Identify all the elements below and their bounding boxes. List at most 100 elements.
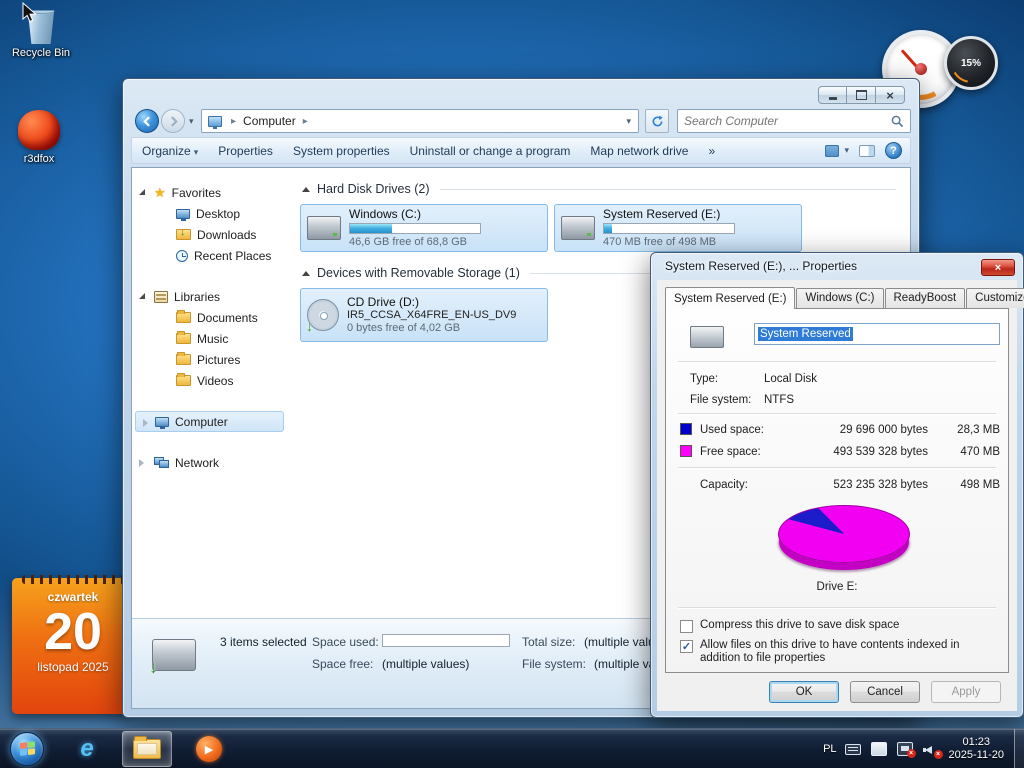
collapse-chevron-icon[interactable]	[302, 186, 310, 192]
keyboard-layout-icon[interactable]	[844, 743, 861, 755]
map-network-drive-button[interactable]: Map network drive	[580, 144, 698, 158]
recent-pages-chevron[interactable]: ▾	[189, 116, 194, 127]
r3dfox-label: r3dfox	[23, 153, 55, 165]
uninstall-program-button[interactable]: Uninstall or change a program	[400, 144, 581, 158]
sidebar-label: Libraries	[174, 289, 221, 304]
sidebar-label: Pictures	[197, 352, 241, 367]
separator	[678, 413, 996, 414]
drive-tile-system-reserved-e[interactable]: System Reserved (E:) 470 MB free of 498 …	[554, 204, 802, 252]
network-tray-icon[interactable]: ×	[896, 742, 916, 758]
sidebar-item-documents[interactable]: Documents	[132, 307, 290, 328]
sidebar-label: Recent Places	[194, 248, 272, 263]
tab-customize[interactable]: Customize	[966, 288, 1024, 308]
system-properties-button[interactable]: System properties	[283, 144, 400, 158]
tab-system-reserved[interactable]: System Reserved (E:)	[665, 287, 796, 309]
organize-button[interactable]: Organize ▾	[132, 144, 208, 158]
sidebar-item-recent-places[interactable]: Recent Places	[132, 245, 290, 266]
index-checkbox[interactable]	[680, 640, 693, 653]
tab-windows-c[interactable]: Windows (C:)	[796, 288, 884, 308]
taskbar-clock[interactable]: 01:23 2025-11-20	[949, 736, 1004, 762]
drive-tile-cd-d[interactable]: CD Drive (D:) IR5_CCSA_X64FRE_EN-US_DV9 …	[300, 288, 548, 342]
taskbar-item-media-player[interactable]: ▶	[186, 731, 232, 767]
toolbar-overflow-button[interactable]: »	[698, 144, 725, 158]
desktop-icon-recycle-bin[interactable]: Recycle Bin	[4, 6, 78, 59]
breadcrumb-item-computer[interactable]: Computer	[241, 112, 298, 130]
sidebar-label: Desktop	[196, 206, 241, 221]
sidebar-item-downloads[interactable]: Downloads	[132, 224, 290, 245]
calendar-gadget[interactable]: czwartek 20 listopad 2025	[12, 575, 134, 714]
group-header-hard-disks[interactable]: Hard Disk Drives (2)	[302, 182, 896, 196]
search-icon[interactable]	[891, 115, 904, 128]
dialog-close-button[interactable]: ×	[981, 259, 1015, 276]
drive-tile-windows-c[interactable]: Windows (C:) 46,6 GB free of 68,8 GB	[300, 204, 548, 252]
tab-readyboost[interactable]: ReadyBoost	[884, 288, 966, 308]
expander-icon[interactable]	[139, 293, 145, 299]
close-button[interactable]	[876, 86, 905, 104]
internet-explorer-icon: e	[80, 735, 94, 762]
sidebar-item-network[interactable]: Network	[132, 452, 290, 473]
breadcrumb[interactable]: ▸ Computer ▸ ▾	[201, 109, 639, 133]
show-desktop-button[interactable]	[1014, 729, 1024, 768]
volume-name-value: System Reserved	[758, 327, 853, 341]
sidebar-item-favorites[interactable]: ★ Favorites	[132, 182, 290, 203]
back-arrow-icon	[142, 115, 150, 127]
sidebar-item-computer[interactable]: Computer	[135, 411, 284, 432]
sidebar-item-pictures[interactable]: Pictures	[132, 349, 290, 370]
capacity-bar	[603, 223, 735, 234]
expander-icon[interactable]	[139, 459, 144, 467]
sidebar-item-music[interactable]: Music	[132, 328, 290, 349]
memory-gauge[interactable]: 15%	[944, 36, 998, 90]
minimize-button[interactable]	[818, 86, 847, 104]
compress-drive-option[interactable]: Compress this drive to save disk space	[680, 619, 998, 633]
index-label: Allow files on this drive to have conten…	[700, 639, 960, 664]
sidebar-item-videos[interactable]: Videos	[132, 370, 290, 391]
sidebar-item-desktop[interactable]: Desktop	[132, 203, 290, 224]
compress-checkbox[interactable]	[680, 620, 693, 633]
ok-button[interactable]: OK	[769, 681, 839, 703]
windows-flag-icon	[20, 741, 36, 758]
collapse-chevron-icon[interactable]	[302, 270, 310, 276]
expander-icon[interactable]	[139, 189, 145, 195]
breadcrumb-dropdown-icon[interactable]: ▾	[619, 116, 638, 127]
preview-pane-icon[interactable]	[859, 144, 875, 157]
properties-button[interactable]: Properties	[208, 144, 283, 158]
desktop: { "desktop": { "icons": { "recycle_bin":…	[0, 0, 1024, 768]
help-icon[interactable]: ?	[885, 142, 902, 159]
change-view-chevron-icon[interactable]: ▾	[844, 145, 849, 156]
maximize-button[interactable]	[847, 86, 876, 104]
start-button[interactable]	[10, 732, 44, 766]
refresh-button[interactable]	[645, 109, 669, 133]
network-icon	[154, 457, 169, 468]
apply-button[interactable]: Apply	[931, 681, 1001, 703]
change-view-icon[interactable]	[825, 144, 840, 157]
file-system-label: File system:	[522, 657, 587, 671]
taskbar-item-internet-explorer[interactable]: e	[64, 731, 110, 767]
back-button[interactable]	[135, 109, 159, 133]
dialog-title[interactable]: System Reserved (E:), ... Properties	[665, 259, 857, 273]
forward-button[interactable]	[161, 109, 185, 133]
sidebar-label: Videos	[197, 373, 234, 388]
space-free-value: (multiple values)	[382, 657, 470, 671]
tray-app-icon[interactable]	[870, 742, 887, 756]
desktop-icon-r3dfox[interactable]: r3dfox	[2, 110, 76, 165]
taskbar-item-explorer-active[interactable]	[122, 731, 172, 767]
search-box[interactable]	[677, 109, 911, 133]
disc-label: IR5_CCSA_X64FRE_EN-US_DV9	[347, 309, 517, 321]
free-space-swatch	[680, 445, 692, 457]
sidebar-item-libraries[interactable]: Libraries	[132, 286, 290, 307]
search-input[interactable]	[678, 114, 891, 128]
cancel-button[interactable]: Cancel	[850, 681, 920, 703]
space-used-bar	[382, 634, 510, 647]
drive-free-space: 0 bytes free of 4,02 GB	[347, 322, 461, 334]
folder-icon	[133, 736, 161, 759]
language-indicator[interactable]: PL	[823, 743, 836, 755]
index-contents-option[interactable]: Allow files on this drive to have conten…	[680, 639, 998, 665]
volume-tray-icon[interactable]: ×	[922, 742, 943, 759]
capacity-bytes: 523 235 328 bytes	[833, 479, 928, 491]
separator	[678, 607, 996, 608]
volume-name-field[interactable]: System Reserved	[754, 323, 1000, 345]
expander-icon[interactable]	[143, 419, 148, 427]
refresh-icon	[652, 114, 663, 126]
drive-name: Windows (C:)	[349, 207, 422, 221]
drive-free-space: 470 MB free of 498 MB	[603, 236, 717, 248]
